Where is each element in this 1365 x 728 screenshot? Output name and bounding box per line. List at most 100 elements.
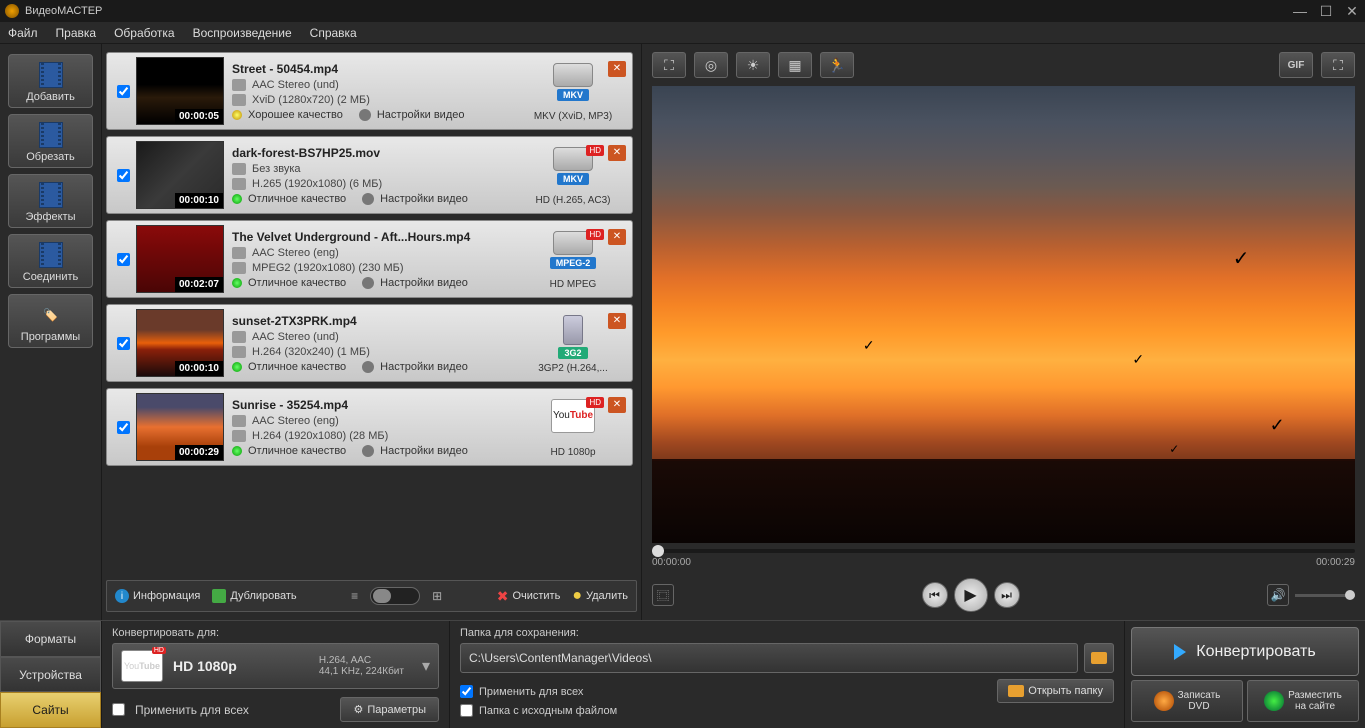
next-button[interactable]: ⏭ bbox=[994, 582, 1020, 608]
format-selector[interactable]: YouTubeHD HD 1080p H.264, AAC44,1 KHz, 2… bbox=[112, 643, 439, 689]
menu-file[interactable]: Файл bbox=[8, 26, 38, 40]
timeline-track[interactable] bbox=[652, 549, 1355, 553]
frame-button[interactable]: ▦ bbox=[778, 52, 812, 78]
maximize-button[interactable]: ☐ bbox=[1318, 3, 1334, 19]
quality-indicator-icon bbox=[232, 278, 242, 288]
file-checkbox[interactable] bbox=[117, 337, 130, 350]
film-fx-icon bbox=[39, 182, 63, 208]
apply-all-folder-checkbox[interactable] bbox=[460, 685, 473, 698]
quality-indicator-icon bbox=[232, 446, 242, 456]
clear-button[interactable]: ✖Очистить bbox=[497, 588, 561, 605]
file-row[interactable]: 00:00:10 dark-forest-BS7HP25.mov Без зву… bbox=[106, 136, 633, 214]
remove-file-button[interactable]: ✕ bbox=[608, 145, 626, 161]
tab-formats[interactable]: Форматы bbox=[0, 621, 101, 657]
save-path-input[interactable] bbox=[460, 643, 1078, 673]
delete-button[interactable]: ●Удалить bbox=[572, 587, 628, 605]
tab-sites[interactable]: Сайты bbox=[0, 692, 101, 728]
remove-file-button[interactable]: ✕ bbox=[608, 61, 626, 77]
menu-process[interactable]: Обработка bbox=[114, 26, 175, 40]
file-thumbnail[interactable]: 00:00:10 bbox=[136, 309, 224, 377]
timeline-knob[interactable] bbox=[652, 545, 664, 557]
convert-button[interactable]: Конвертировать bbox=[1131, 627, 1359, 676]
publish-button[interactable]: Разместитьна сайте bbox=[1247, 680, 1359, 722]
video-preview[interactable]: ✓ ✓ ✓ ✓ ✓ bbox=[652, 86, 1355, 543]
video-settings-link[interactable]: Настройки видео bbox=[377, 109, 465, 121]
file-quality: Отличное качество bbox=[248, 193, 346, 205]
remove-file-button[interactable]: ✕ bbox=[608, 313, 626, 329]
file-duration: 00:00:10 bbox=[175, 193, 223, 208]
phone-icon bbox=[563, 315, 583, 345]
file-name: Sunrise - 35254.mp4 bbox=[232, 398, 510, 412]
file-row[interactable]: 00:00:29 Sunrise - 35254.mp4 AAC Stereo … bbox=[106, 388, 633, 466]
file-row[interactable]: 00:00:10 sunset-2TX3PRK.mp4 AAC Stereo (… bbox=[106, 304, 633, 382]
close-button[interactable]: ✕ bbox=[1344, 3, 1360, 19]
fullscreen-button[interactable]: ⛶ bbox=[1321, 52, 1355, 78]
gear-icon bbox=[362, 277, 374, 289]
file-quality: Отличное качество bbox=[248, 277, 346, 289]
play-button[interactable]: ▶ bbox=[954, 578, 988, 612]
open-folder-button[interactable]: Открыть папку bbox=[997, 679, 1114, 703]
sidebar-effects[interactable]: Эффекты bbox=[8, 174, 93, 228]
file-checkbox[interactable] bbox=[117, 169, 130, 182]
action-column: Конвертировать ЗаписатьDVD Разместитьна … bbox=[1125, 621, 1365, 728]
view-toggle[interactable] bbox=[370, 587, 420, 605]
snapshot-button[interactable]: ⿴ bbox=[652, 584, 674, 606]
video-settings-link[interactable]: Настройки видео bbox=[380, 445, 468, 457]
gif-button[interactable]: GIF bbox=[1279, 52, 1313, 78]
gear-icon bbox=[362, 193, 374, 205]
video-settings-link[interactable]: Настройки видео bbox=[380, 193, 468, 205]
sidebar-join[interactable]: Соединить bbox=[8, 234, 93, 288]
file-thumbnail[interactable]: 00:00:10 bbox=[136, 141, 224, 209]
brightness-button[interactable]: ☀ bbox=[736, 52, 770, 78]
audio-icon bbox=[232, 415, 246, 427]
app-title: ВидеоМАСТЕР bbox=[25, 5, 1292, 17]
duplicate-button[interactable]: Дублировать bbox=[212, 589, 296, 603]
enhance-button[interactable]: ◎ bbox=[694, 52, 728, 78]
file-list: 00:00:05 Street - 50454.mp4 AAC Stereo (… bbox=[106, 52, 637, 576]
file-thumbnail[interactable]: 00:02:07 bbox=[136, 225, 224, 293]
file-checkbox[interactable] bbox=[117, 85, 130, 98]
remove-file-button[interactable]: ✕ bbox=[608, 229, 626, 245]
file-thumbnail[interactable]: 00:00:05 bbox=[136, 57, 224, 125]
file-thumbnail[interactable]: 00:00:29 bbox=[136, 393, 224, 461]
format-tabs: Форматы Устройства Сайты bbox=[0, 621, 102, 728]
file-checkbox[interactable] bbox=[117, 421, 130, 434]
burn-dvd-button[interactable]: ЗаписатьDVD bbox=[1131, 680, 1243, 722]
volume-button[interactable]: 🔊 bbox=[1267, 584, 1289, 606]
convert-for-section: Конвертировать для: YouTubeHD HD 1080p H… bbox=[102, 621, 450, 728]
sidebar-trim[interactable]: Обрезать bbox=[8, 114, 93, 168]
file-row[interactable]: 00:00:05 Street - 50454.mp4 AAC Stereo (… bbox=[106, 52, 633, 130]
tab-devices[interactable]: Устройства bbox=[0, 657, 101, 693]
volume-slider[interactable] bbox=[1295, 594, 1355, 597]
source-folder-checkbox[interactable] bbox=[460, 704, 473, 717]
apply-all-format-checkbox[interactable] bbox=[112, 703, 125, 716]
file-checkbox[interactable] bbox=[117, 253, 130, 266]
prev-button[interactable]: ⏮ bbox=[922, 582, 948, 608]
menu-edit[interactable]: Правка bbox=[56, 26, 97, 40]
video-codec-icon bbox=[232, 262, 246, 274]
file-name: Street - 50454.mp4 bbox=[232, 62, 510, 76]
video-codec-icon bbox=[232, 94, 246, 106]
format-description: HD (H.265, AC3) bbox=[535, 195, 610, 206]
video-settings-link[interactable]: Настройки видео bbox=[380, 277, 468, 289]
sidebar-add[interactable]: Добавить bbox=[8, 54, 93, 108]
sidebar-programs[interactable]: 🏷️Программы bbox=[8, 294, 93, 348]
remove-file-button[interactable]: ✕ bbox=[608, 397, 626, 413]
list-view-lines-icon[interactable]: ≡ bbox=[351, 589, 358, 603]
menu-help[interactable]: Справка bbox=[310, 26, 357, 40]
list-view-grid-icon[interactable]: ⊞ bbox=[432, 589, 442, 603]
camera-icon bbox=[553, 63, 593, 87]
minimize-button[interactable]: — bbox=[1292, 3, 1308, 19]
gear-icon: ⚙ bbox=[353, 703, 363, 716]
crop-button[interactable]: ⛶ bbox=[652, 52, 686, 78]
browse-button[interactable] bbox=[1084, 643, 1114, 673]
file-quality: Отличное качество bbox=[248, 361, 346, 373]
speed-button[interactable]: 🏃 bbox=[820, 52, 854, 78]
disc-icon bbox=[1154, 691, 1174, 711]
menu-playback[interactable]: Воспроизведение bbox=[193, 26, 292, 40]
info-button[interactable]: iИнформация bbox=[115, 589, 200, 603]
params-button[interactable]: ⚙Параметры bbox=[340, 697, 439, 722]
tags-icon: 🏷️ bbox=[31, 301, 71, 329]
video-settings-link[interactable]: Настройки видео bbox=[380, 361, 468, 373]
file-row[interactable]: 00:02:07 The Velvet Underground - Aft...… bbox=[106, 220, 633, 298]
